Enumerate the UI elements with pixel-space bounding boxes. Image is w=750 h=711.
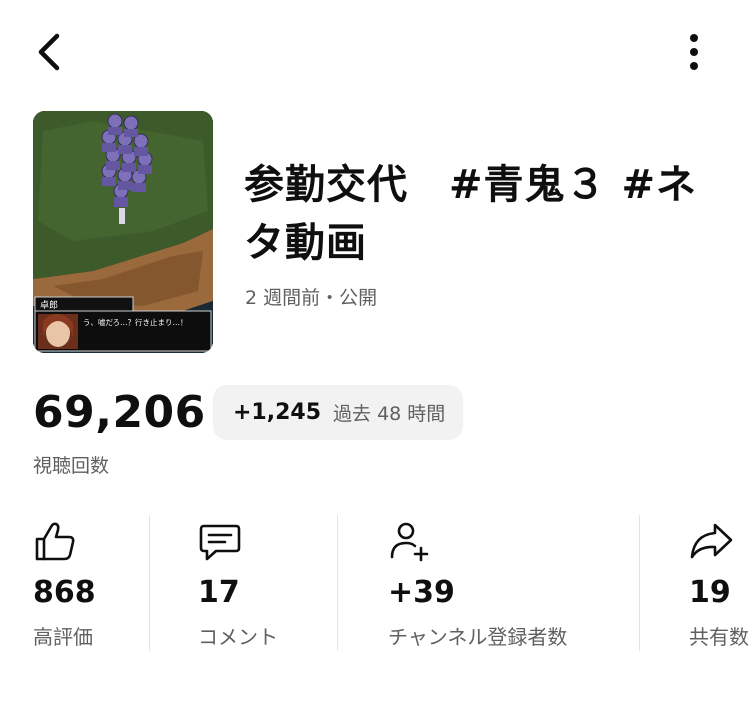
stat-comments-value: 17 (198, 575, 240, 610)
video-publish-info: 2 週間前・公開 (245, 287, 378, 309)
stat-subscribers-value: +39 (388, 575, 455, 610)
video-thumbnail[interactable]: 卓郎 う、嘘だろ…？行き止まり…！ (33, 111, 213, 353)
stat-divider (149, 515, 150, 651)
views-delta-value: +1,245 (233, 400, 322, 425)
views-count: 69,206 (33, 387, 206, 438)
add-person-icon (390, 522, 429, 562)
video-title: 参勤交代 #青鬼３ #ネタ動画 (244, 162, 697, 266)
thumbnail-dialogue-text: う、嘘だろ…？行き止まり…！ (83, 317, 188, 327)
stat-divider (337, 515, 338, 651)
stat-comments-label: コメント (198, 625, 278, 649)
views-label: 視聴回数 (33, 455, 110, 477)
thumbs-up-icon (35, 522, 75, 561)
stat-likes-value: 868 (33, 575, 96, 610)
stats-row: 868 高評価 17 コメント +39 チャンネル登録者数 19 共有数 (0, 515, 750, 651)
comment-icon (199, 524, 241, 561)
views-delta-period: 過去 48 時間 (333, 403, 446, 425)
stat-shares-value: 19 (689, 575, 731, 610)
stat-divider (639, 515, 640, 651)
stat-subscribers-label: チャンネル登録者数 (388, 625, 568, 649)
thumbnail-speaker-name: 卓郎 (40, 299, 58, 311)
stat-shares[interactable]: 19 共有数 (689, 515, 750, 651)
back-button[interactable] (26, 26, 70, 78)
chevron-left-icon (38, 33, 60, 71)
views-delta-chip[interactable]: +1,245 過去 48 時間 (213, 385, 464, 440)
stat-likes-label: 高評価 (33, 625, 93, 649)
stat-shares-label: 共有数 (689, 625, 749, 649)
share-icon (690, 523, 733, 559)
more-options-button[interactable] (672, 28, 716, 76)
top-bar (0, 0, 750, 100)
more-vert-icon (690, 34, 698, 70)
